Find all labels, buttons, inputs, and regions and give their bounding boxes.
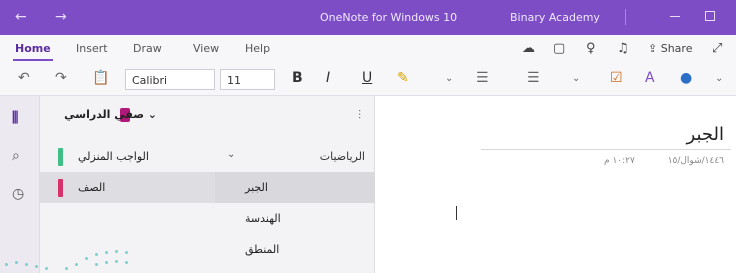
decor-dot	[35, 265, 38, 268]
chevron-down-icon: ⌄	[227, 149, 236, 160]
search-icon[interactable]: ⌕	[12, 148, 20, 164]
decorative-dots	[0, 243, 135, 273]
sync-icon[interactable]: ☁	[522, 41, 535, 56]
toolbar-overflow-chevron-icon[interactable]: ⌄	[715, 73, 723, 84]
italic-button[interactable]: I	[326, 70, 330, 86]
clipboard-icon[interactable]: 📋	[92, 70, 109, 86]
section-class[interactable]: الصف	[40, 172, 215, 203]
decor-dot	[95, 253, 98, 256]
page-geometry[interactable]: الهندسة	[215, 203, 375, 234]
bulleted-list-icon[interactable]: ☰	[476, 70, 489, 86]
decor-dot	[75, 263, 78, 266]
decor-dot	[95, 263, 98, 266]
bell-icon[interactable]: ♫	[617, 41, 629, 56]
underline-button[interactable]: U	[362, 70, 372, 86]
styles-icon[interactable]: A	[645, 70, 655, 86]
redo-icon[interactable]: ↷	[55, 70, 67, 86]
section-homework[interactable]: الواجب المنزلي	[40, 141, 215, 172]
sort-filter-icon[interactable]: ⫶	[358, 108, 361, 123]
lightbulb-icon[interactable]: ♀	[586, 41, 596, 56]
ribbon-tabs: Home Insert Draw View Help ☁ ▢ ♀ ♫ ⇪ Sha…	[0, 35, 736, 62]
section-label: الواجب المنزلي	[78, 150, 149, 163]
notebook-name: ⌄ صفي الدراسي	[64, 108, 157, 121]
text-cursor	[456, 206, 457, 220]
back-arrow-icon[interactable]: ←	[15, 9, 27, 25]
page-label: الجبر	[245, 181, 268, 194]
decor-dot	[125, 251, 128, 254]
decor-dot	[125, 261, 128, 264]
list-options-chevron-icon[interactable]: ⌄	[572, 73, 580, 84]
decor-dot	[115, 250, 118, 253]
tab-view[interactable]: View	[193, 42, 219, 55]
share-label: Share	[660, 42, 693, 55]
page-algebra[interactable]: الجبر	[215, 172, 375, 203]
page-label: الهندسة	[245, 212, 281, 225]
formatting-toolbar: ↶ ↷ 📋 Calibri 11 B I U ✎ ⌄ ☰ ☰ ⌄ ☑ A ● ⌄	[0, 62, 736, 96]
recent-notes-icon[interactable]: ◷	[12, 186, 24, 202]
section-color-tab	[58, 148, 63, 166]
forward-arrow-icon[interactable]: →	[55, 9, 67, 25]
page-date: ١٤٤٦/شوال/١٥	[667, 156, 724, 166]
minimize-icon[interactable]	[670, 16, 680, 17]
page-title[interactable]: الجبر	[687, 124, 724, 145]
titlebar-divider	[625, 9, 626, 25]
decor-dot	[105, 251, 108, 254]
notebooks-icon[interactable]: ⫼	[12, 110, 18, 126]
page-logic[interactable]: المنطق	[215, 234, 375, 265]
todo-tag-icon[interactable]: ☑	[610, 70, 623, 86]
window-title: OneNote for Windows 10	[320, 11, 458, 24]
more-formatting-chevron-icon[interactable]: ⌄	[445, 73, 453, 84]
dictate-icon[interactable]: ●	[680, 70, 692, 86]
decor-dot	[15, 261, 18, 264]
decor-dot	[25, 263, 28, 266]
expand-icon[interactable]: ⤢	[712, 41, 722, 56]
maximize-icon[interactable]	[705, 11, 715, 21]
undo-icon[interactable]: ↶	[18, 70, 30, 86]
notebook-view-icon[interactable]: ▢	[553, 41, 565, 56]
page-time: ١٠:٢٧ م	[604, 156, 635, 166]
title-underline	[481, 149, 731, 150]
notebook-selector[interactable]: ⌄ صفي الدراسي ⫶	[40, 96, 375, 136]
account-name[interactable]: Binary Academy	[510, 11, 600, 24]
share-button[interactable]: ⇪ Share	[648, 42, 692, 55]
highlighter-icon[interactable]: ✎	[397, 70, 409, 86]
decor-dot	[65, 267, 68, 270]
decor-dot	[5, 263, 8, 266]
font-name-select[interactable]: Calibri	[125, 69, 215, 90]
active-tab-indicator	[13, 59, 53, 61]
bold-button[interactable]: B	[292, 70, 303, 86]
tab-insert[interactable]: Insert	[76, 42, 108, 55]
decor-dot	[115, 260, 118, 263]
note-canvas[interactable]: الجبر ١٤٤٦/شوال/١٥ ١٠:٢٧ م	[376, 96, 736, 273]
page-label: المنطق	[245, 243, 280, 256]
section-group-label: الرياضيات	[319, 150, 365, 163]
tab-help[interactable]: Help	[245, 42, 270, 55]
section-label: الصف	[78, 181, 106, 194]
title-bar: ← → OneNote for Windows 10 Binary Academ…	[0, 0, 736, 35]
decor-dot	[85, 257, 88, 260]
font-size-select[interactable]: 11	[220, 69, 275, 90]
section-color-tab	[58, 179, 63, 197]
tab-home[interactable]: Home	[15, 42, 51, 55]
section-group-math[interactable]: ⌄ الرياضيات	[215, 141, 375, 172]
numbered-list-icon[interactable]: ☰	[527, 70, 540, 86]
decor-dot	[45, 267, 48, 270]
tab-draw[interactable]: Draw	[133, 42, 162, 55]
notebook-name-text: صفي الدراسي	[64, 108, 144, 121]
decor-dot	[105, 261, 108, 264]
